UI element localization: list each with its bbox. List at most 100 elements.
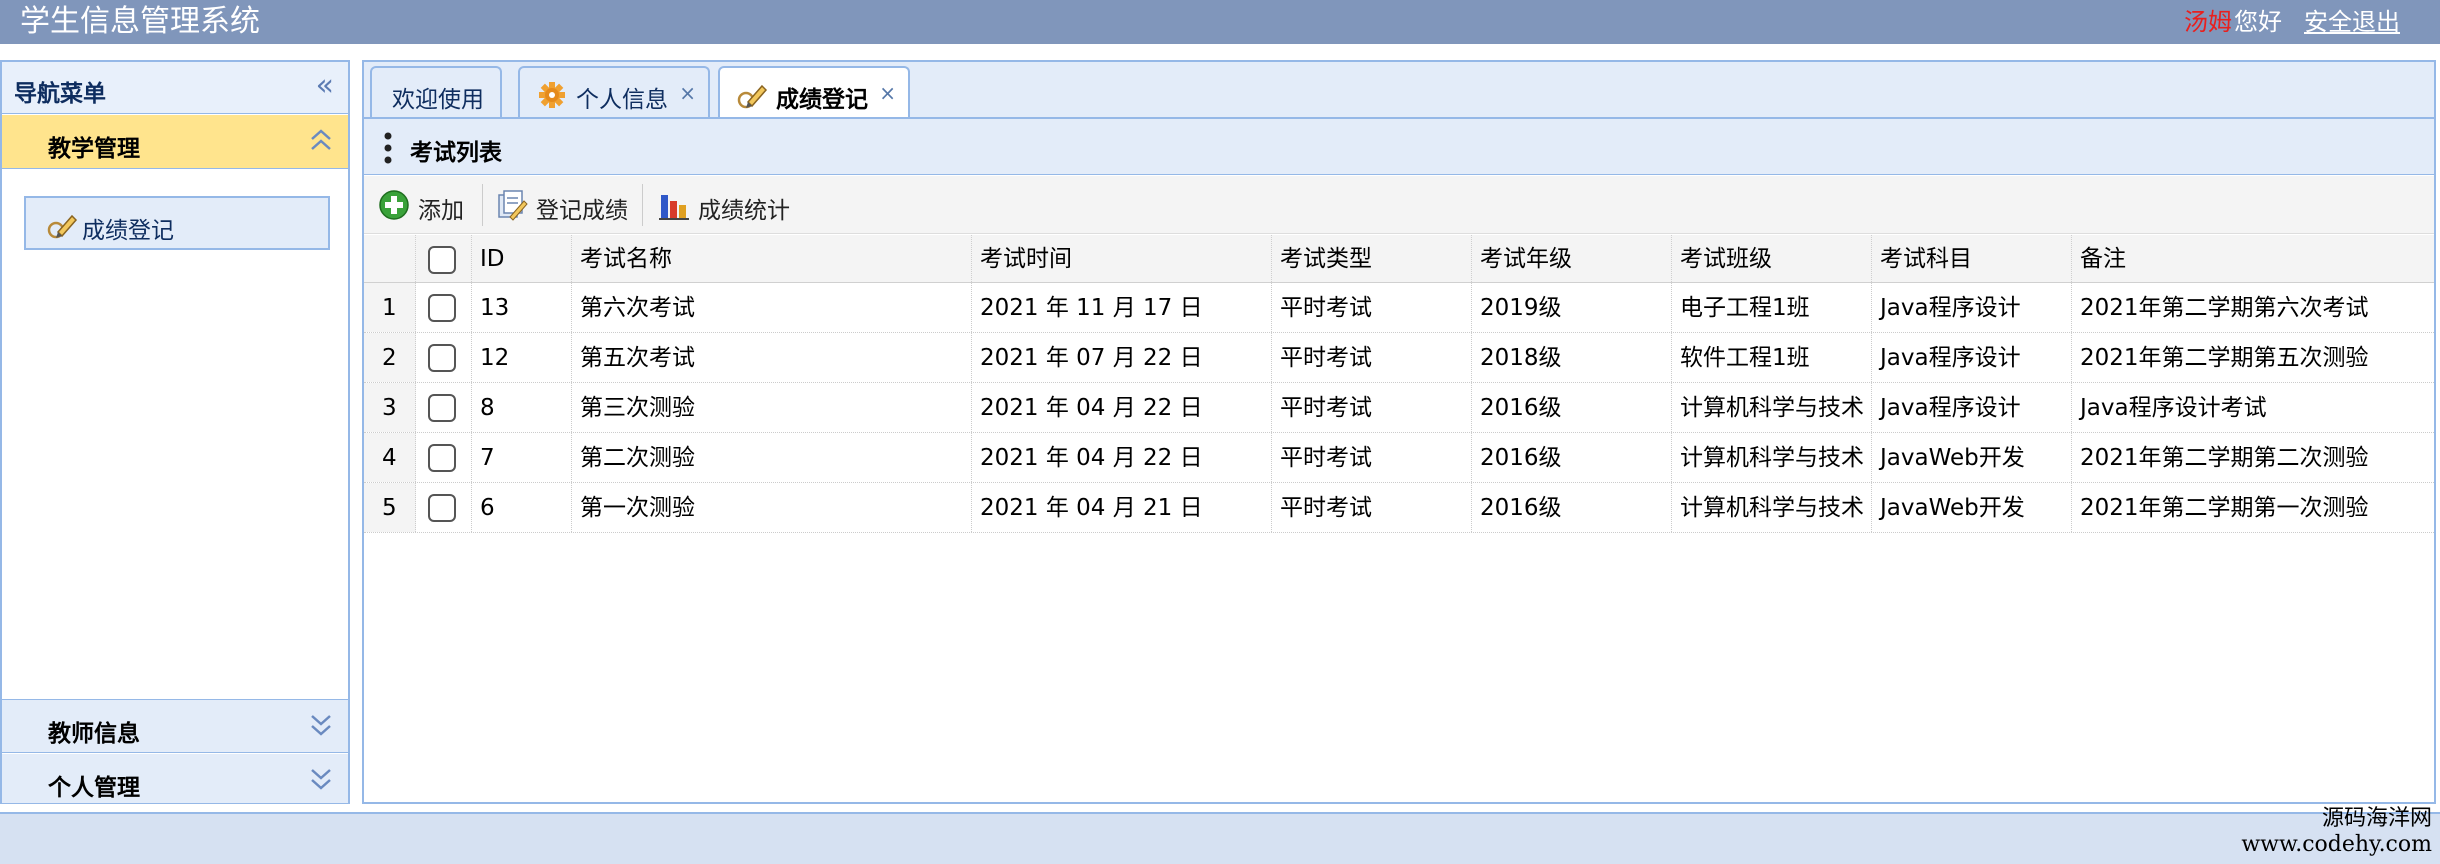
add-button[interactable]: 添加 — [378, 187, 468, 224]
cell-exam-subject: JavaWeb开发 — [1872, 433, 2072, 482]
table-row[interactable]: 3 8 第三次测验 2021 年 04 月 22 日平时考试 2016级 计算机科学与技术… — [364, 383, 2434, 433]
cell-remark: Java程序设计考试 — [2080, 395, 2267, 421]
panel-title: 考试列表 — [410, 140, 502, 166]
grid-header-row: ID 考试名称 考试时间 考试类型 考试年级 考试班级 考试科目 备注 — [364, 235, 2434, 283]
cell-exam-time: 2021 年 04 月 22 日 — [972, 433, 1272, 482]
cell-exam-type: 平时考试 — [1272, 383, 1472, 432]
watermark-line2: www.codehy.com — [2241, 832, 2432, 857]
row-checkbox[interactable] — [428, 494, 456, 522]
tab-label: 成绩登记 — [776, 87, 868, 113]
nav-section-personal[interactable]: 个人管理 — [2, 754, 348, 804]
cell-exam-time: 2021 年 04 月 22 日 — [972, 383, 1272, 432]
close-icon[interactable]: × — [879, 81, 896, 105]
table-row[interactable]: 1 13 第六次考试 2021 年 11 月 17 日平时考试 2019级 电子工程1班 J… — [364, 283, 2434, 333]
row-select-cell — [416, 283, 472, 332]
cell-remark: 2021年第二学期第六次考试 — [2080, 295, 2369, 321]
column-header-class[interactable]: 考试班级 — [1672, 235, 1872, 282]
column-header-id[interactable]: ID — [472, 235, 572, 282]
cell-exam-grade: 2016级 — [1472, 483, 1672, 532]
pencil-icon — [737, 84, 768, 109]
row-checkbox[interactable] — [428, 444, 456, 472]
bar-chart-icon — [659, 195, 689, 220]
add-label: 添加 — [418, 198, 464, 224]
row-number: 3 — [364, 383, 416, 432]
cell-exam-subject: Java程序设计 — [1872, 283, 2072, 332]
cell-remark: 2021年第二学期第二次测验 — [2080, 445, 2369, 471]
cell-id: 12 — [472, 333, 572, 382]
tab-label: 欢迎使用 — [392, 87, 484, 113]
close-icon[interactable]: × — [679, 81, 696, 105]
toolbar-divider — [482, 184, 483, 226]
column-header-type[interactable]: 考试类型 — [1272, 235, 1472, 282]
row-select-cell — [416, 383, 472, 432]
row-select-cell — [416, 333, 472, 382]
collapse-left-icon[interactable]: « — [316, 70, 334, 102]
toolbar-divider — [642, 184, 643, 226]
row-checkbox[interactable] — [428, 344, 456, 372]
cell-exam-time: 2021 年 04 月 21 日 — [972, 483, 1272, 532]
cell-exam-class: 计算机科学与技术 — [1672, 383, 1872, 432]
pencil-icon — [47, 214, 78, 239]
column-header-remark[interactable]: 备注 — [2072, 235, 2434, 282]
cell-exam-class: 电子工程1班 — [1672, 283, 1872, 332]
nav-item-grade-register[interactable]: 成绩登记 — [24, 196, 330, 250]
grade-stats-button[interactable]: 成绩统计 — [658, 187, 810, 224]
cell-exam-type: 平时考试 — [1272, 333, 1472, 382]
cell-exam-grade: 2016级 — [1472, 383, 1672, 432]
column-header-grade[interactable]: 考试年级 — [1472, 235, 1672, 282]
row-checkbox[interactable] — [428, 294, 456, 322]
cell-exam-grade: 2019级 — [1472, 283, 1672, 332]
gear-icon — [539, 82, 565, 108]
user-name: 汤姆 — [2184, 8, 2232, 36]
row-checkbox[interactable] — [428, 394, 456, 422]
cell-exam-class: 计算机科学与技术 — [1672, 483, 1872, 532]
row-select-cell — [416, 433, 472, 482]
column-header-time[interactable]: 考试时间 — [972, 235, 1272, 282]
nav-section-teaching[interactable]: 教学管理 — [2, 115, 348, 169]
row-select-cell — [416, 483, 472, 532]
cell-exam-name: 第三次测验 — [572, 383, 972, 432]
cell-exam-type: 平时考试 — [1272, 433, 1472, 482]
nav-item-label: 成绩登记 — [82, 218, 174, 244]
column-header-subject[interactable]: 考试科目 — [1872, 235, 2072, 282]
row-number: 5 — [364, 483, 416, 532]
user-area: 汤姆您好 安全退出 — [2184, 6, 2400, 38]
nav-section-label: 教学管理 — [48, 136, 140, 162]
table-row[interactable]: 2 12 第五次考试 2021 年 07 月 22 日平时考试 2018级 软件工程1班 J… — [364, 333, 2434, 383]
select-all-cell — [416, 235, 472, 282]
tab-grade-register[interactable]: 成绩登记 × — [718, 66, 910, 120]
cell-exam-name: 第一次测验 — [572, 483, 972, 532]
cell-exam-time: 2021 年 07 月 22 日 — [972, 333, 1272, 382]
watermark-line1: 源码海洋网 — [2321, 806, 2432, 831]
cell-exam-grade: 2018级 — [1472, 333, 1672, 382]
chevron-down-double-icon[interactable] — [308, 764, 334, 794]
chevron-down-double-icon[interactable] — [308, 710, 334, 740]
cell-id: 13 — [472, 283, 572, 332]
add-icon — [379, 190, 409, 220]
table-row[interactable]: 4 7 第二次测验 2021 年 04 月 22 日平时考试 2016级 计算机科学与技术… — [364, 433, 2434, 483]
footer-bar — [0, 812, 2440, 864]
toolbar: 添加 登记成绩 成绩统计 — [364, 176, 2434, 234]
column-header-name[interactable]: 考试名称 — [572, 235, 972, 282]
row-number: 4 — [364, 433, 416, 482]
logout-link[interactable]: 安全退出 — [2304, 8, 2400, 36]
nav-section-teacher-info[interactable]: 教师信息 — [2, 699, 348, 753]
edit-form-icon — [498, 190, 528, 221]
cell-exam-name: 第五次考试 — [572, 333, 972, 382]
register-grade-button[interactable]: 登记成绩 — [496, 187, 648, 224]
tab-welcome[interactable]: 欢迎使用 — [370, 66, 502, 118]
nav-title-bar: 导航菜单 « — [2, 62, 348, 114]
navigation-panel: 导航菜单 « 教学管理 成绩登记 教师信息 个人管理 — [0, 60, 350, 804]
chevron-up-double-icon[interactable] — [308, 125, 334, 155]
cell-remark: 2021年第二学期第一次测验 — [2080, 495, 2369, 521]
tab-label: 个人信息 — [576, 87, 668, 113]
tab-personal-info[interactable]: 个人信息 × — [518, 66, 710, 118]
more-vertical-icon[interactable] — [384, 131, 392, 165]
cell-exam-subject: JavaWeb开发 — [1872, 483, 2072, 532]
select-all-checkbox[interactable] — [428, 246, 456, 274]
watermark: 源码海洋网 www.codehy.com — [2241, 806, 2432, 858]
table-row[interactable]: 5 6 第一次测验 2021 年 04 月 21 日平时考试 2016级 计算机科学与技术… — [364, 483, 2434, 533]
grade-stats-label: 成绩统计 — [698, 198, 790, 224]
panel-header: 考试列表 — [364, 119, 2434, 175]
cell-id: 8 — [472, 383, 572, 432]
